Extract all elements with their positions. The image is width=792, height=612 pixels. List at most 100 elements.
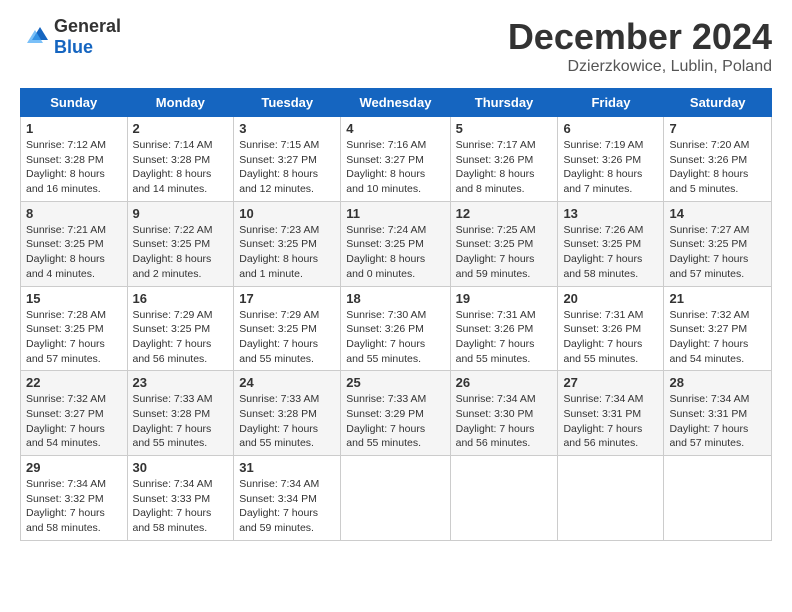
calendar-header: Sunday Monday Tuesday Wednesday Thursday…	[21, 89, 772, 117]
calendar-cell: 16 Sunrise: 7:29 AM Sunset: 3:25 PM Dayli…	[127, 286, 234, 371]
day-info: Sunrise: 7:17 AM Sunset: 3:26 PM Dayligh…	[456, 138, 553, 197]
calendar-cell: 19 Sunrise: 7:31 AM Sunset: 3:26 PM Dayli…	[450, 286, 558, 371]
calendar-cell: 20Sunrise: 7:31 AM Sunset: 3:26 PM Dayli…	[558, 286, 664, 371]
day-number: 31	[239, 460, 335, 475]
day-info: Sunrise: 7:32 AM Sunset: 3:27 PM Dayligh…	[26, 392, 122, 451]
day-number: 25	[346, 375, 444, 390]
calendar-cell: 6 Sunrise: 7:19 AM Sunset: 3:26 PM Daylig…	[558, 117, 664, 202]
day-number: 11	[346, 206, 444, 221]
month-title: December 2024	[508, 16, 772, 58]
calendar-cell: 25 Sunrise: 7:33 AM Sunset: 3:29 PM Dayli…	[341, 371, 450, 456]
day-number: 6	[563, 121, 658, 136]
col-monday: Monday	[127, 89, 234, 117]
day-info: Sunrise: 7:28 AM Sunset: 3:25 PM Dayligh…	[26, 308, 122, 367]
day-number: 29	[26, 460, 122, 475]
calendar-cell: 21Sunrise: 7:32 AM Sunset: 3:27 PM Dayli…	[664, 286, 772, 371]
logo-blue: Blue	[54, 37, 121, 58]
calendar-cell: 18 Sunrise: 7:30 AM Sunset: 3:26 PM Dayli…	[341, 286, 450, 371]
calendar-cell: 31 Sunrise: 7:34 AM Sunset: 3:34 PM Dayli…	[234, 456, 341, 541]
col-sunday: Sunday	[21, 89, 128, 117]
day-info: Sunrise: 7:22 AM Sunset: 3:25 PM Dayligh…	[133, 223, 229, 282]
day-number: 23	[133, 375, 229, 390]
day-number: 17	[239, 291, 335, 306]
day-number: 7	[669, 121, 766, 136]
day-number: 9	[133, 206, 229, 221]
calendar-cell	[664, 456, 772, 541]
day-info: Sunrise: 7:14 AM Sunset: 3:28 PM Dayligh…	[133, 138, 229, 197]
calendar-cell	[558, 456, 664, 541]
day-info: Sunrise: 7:34 AM Sunset: 3:33 PM Dayligh…	[133, 477, 229, 536]
calendar-cell: 24Sunrise: 7:33 AM Sunset: 3:28 PM Dayli…	[234, 371, 341, 456]
day-info: Sunrise: 7:26 AM Sunset: 3:25 PM Dayligh…	[563, 223, 658, 282]
calendar-cell: 15 Sunrise: 7:28 AM Sunset: 3:25 PM Dayli…	[21, 286, 128, 371]
header-row: Sunday Monday Tuesday Wednesday Thursday…	[21, 89, 772, 117]
calendar-cell: 28 Sunrise: 7:34 AM Sunset: 3:31 PM Dayli…	[664, 371, 772, 456]
day-info: Sunrise: 7:31 AM Sunset: 3:26 PM Dayligh…	[456, 308, 553, 367]
day-number: 15	[26, 291, 122, 306]
calendar-cell: 2Sunrise: 7:14 AM Sunset: 3:28 PM Daylig…	[127, 117, 234, 202]
calendar-cell: 10 Sunrise: 7:23 AM Sunset: 3:25 PM Dayli…	[234, 201, 341, 286]
calendar-week-3: 15 Sunrise: 7:28 AM Sunset: 3:25 PM Dayli…	[21, 286, 772, 371]
calendar-week-2: 8 Sunrise: 7:21 AM Sunset: 3:25 PM Daylig…	[21, 201, 772, 286]
day-info: Sunrise: 7:23 AM Sunset: 3:25 PM Dayligh…	[239, 223, 335, 282]
day-info: Sunrise: 7:29 AM Sunset: 3:25 PM Dayligh…	[133, 308, 229, 367]
calendar-cell: 23Sunrise: 7:33 AM Sunset: 3:28 PM Dayli…	[127, 371, 234, 456]
day-info: Sunrise: 7:34 AM Sunset: 3:32 PM Dayligh…	[26, 477, 122, 536]
day-number: 18	[346, 291, 444, 306]
day-info: Sunrise: 7:19 AM Sunset: 3:26 PM Dayligh…	[563, 138, 658, 197]
calendar-week-5: 29 Sunrise: 7:34 AM Sunset: 3:32 PM Dayli…	[21, 456, 772, 541]
day-number: 12	[456, 206, 553, 221]
day-info: Sunrise: 7:29 AM Sunset: 3:25 PM Dayligh…	[239, 308, 335, 367]
day-number: 13	[563, 206, 658, 221]
day-info: Sunrise: 7:16 AM Sunset: 3:27 PM Dayligh…	[346, 138, 444, 197]
day-number: 4	[346, 121, 444, 136]
day-number: 3	[239, 121, 335, 136]
calendar-week-4: 22Sunrise: 7:32 AM Sunset: 3:27 PM Dayli…	[21, 371, 772, 456]
day-number: 1	[26, 121, 122, 136]
day-number: 27	[563, 375, 658, 390]
calendar-cell: 17 Sunrise: 7:29 AM Sunset: 3:25 PM Dayli…	[234, 286, 341, 371]
logo: General Blue	[20, 16, 121, 58]
day-info: Sunrise: 7:20 AM Sunset: 3:26 PM Dayligh…	[669, 138, 766, 197]
calendar-cell: 8 Sunrise: 7:21 AM Sunset: 3:25 PM Daylig…	[21, 201, 128, 286]
day-info: Sunrise: 7:34 AM Sunset: 3:34 PM Dayligh…	[239, 477, 335, 536]
day-number: 19	[456, 291, 553, 306]
day-number: 20	[563, 291, 658, 306]
calendar-table: Sunday Monday Tuesday Wednesday Thursday…	[20, 88, 772, 541]
calendar-cell	[450, 456, 558, 541]
day-number: 14	[669, 206, 766, 221]
calendar-cell: 4 Sunrise: 7:16 AM Sunset: 3:27 PM Daylig…	[341, 117, 450, 202]
logo-text: General Blue	[54, 16, 121, 58]
day-number: 26	[456, 375, 553, 390]
day-number: 10	[239, 206, 335, 221]
calendar-cell: 27Sunrise: 7:34 AM Sunset: 3:31 PM Dayli…	[558, 371, 664, 456]
day-number: 8	[26, 206, 122, 221]
calendar-week-1: 1 Sunrise: 7:12 AM Sunset: 3:28 PM Daylig…	[21, 117, 772, 202]
day-info: Sunrise: 7:21 AM Sunset: 3:25 PM Dayligh…	[26, 223, 122, 282]
day-info: Sunrise: 7:27 AM Sunset: 3:25 PM Dayligh…	[669, 223, 766, 282]
day-number: 5	[456, 121, 553, 136]
day-info: Sunrise: 7:15 AM Sunset: 3:27 PM Dayligh…	[239, 138, 335, 197]
col-friday: Friday	[558, 89, 664, 117]
calendar-cell: 13 Sunrise: 7:26 AM Sunset: 3:25 PM Dayli…	[558, 201, 664, 286]
day-info: Sunrise: 7:30 AM Sunset: 3:26 PM Dayligh…	[346, 308, 444, 367]
calendar-cell: 30Sunrise: 7:34 AM Sunset: 3:33 PM Dayli…	[127, 456, 234, 541]
calendar-cell: 22Sunrise: 7:32 AM Sunset: 3:27 PM Dayli…	[21, 371, 128, 456]
calendar-cell: 9 Sunrise: 7:22 AM Sunset: 3:25 PM Daylig…	[127, 201, 234, 286]
calendar-cell: 3 Sunrise: 7:15 AM Sunset: 3:27 PM Daylig…	[234, 117, 341, 202]
day-number: 16	[133, 291, 229, 306]
day-info: Sunrise: 7:12 AM Sunset: 3:28 PM Dayligh…	[26, 138, 122, 197]
day-info: Sunrise: 7:34 AM Sunset: 3:30 PM Dayligh…	[456, 392, 553, 451]
day-info: Sunrise: 7:34 AM Sunset: 3:31 PM Dayligh…	[669, 392, 766, 451]
day-number: 28	[669, 375, 766, 390]
day-number: 21	[669, 291, 766, 306]
page-container: General Blue December 2024 Dzierzkowice,…	[0, 0, 792, 557]
logo-icon	[20, 22, 50, 52]
col-saturday: Saturday	[664, 89, 772, 117]
day-info: Sunrise: 7:24 AM Sunset: 3:25 PM Dayligh…	[346, 223, 444, 282]
logo-general: General	[54, 16, 121, 37]
calendar-cell: 5 Sunrise: 7:17 AM Sunset: 3:26 PM Daylig…	[450, 117, 558, 202]
day-info: Sunrise: 7:33 AM Sunset: 3:29 PM Dayligh…	[346, 392, 444, 451]
col-thursday: Thursday	[450, 89, 558, 117]
header: General Blue December 2024 Dzierzkowice,…	[20, 16, 772, 76]
